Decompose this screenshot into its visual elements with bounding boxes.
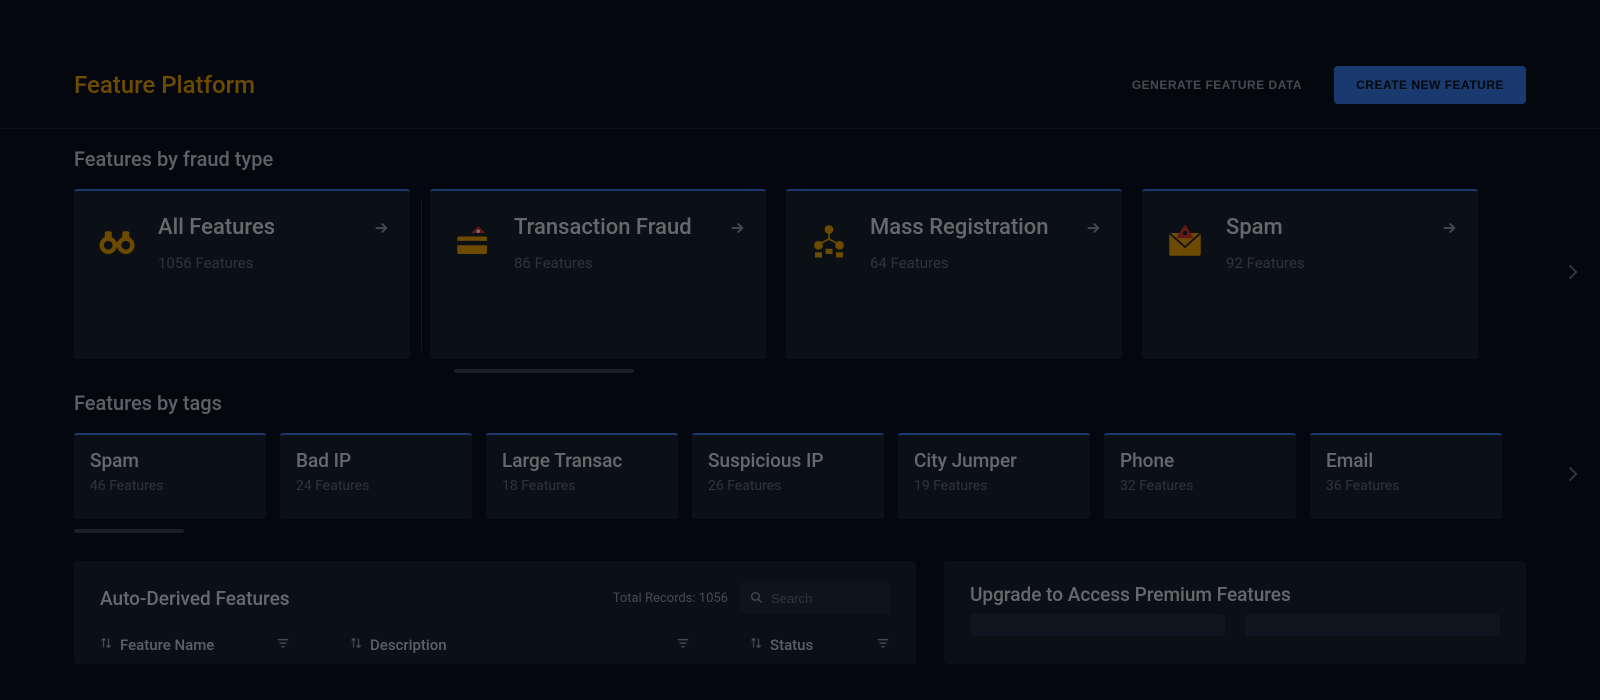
filter-icon[interactable] xyxy=(676,636,690,654)
column-label: Feature Name xyxy=(120,636,214,654)
fraud-card-count: 64 Features xyxy=(870,254,1100,272)
panel-title: Upgrade to Access Premium Features xyxy=(970,583,1500,606)
tag-cards-row: Spam 46 Features Bad IP 24 Features Larg… xyxy=(74,433,1526,519)
sort-icon xyxy=(750,636,762,654)
fraud-card-title: Transaction Fraud xyxy=(514,215,744,240)
tag-card-suspicious-ip[interactable]: Suspicious IP 26 Features xyxy=(692,433,884,519)
tag-card-count: 32 Features xyxy=(1120,478,1280,494)
premium-card[interactable] xyxy=(970,614,1225,636)
tag-card-bad-ip[interactable]: Bad IP 24 Features xyxy=(280,433,472,519)
tag-card-title: Phone xyxy=(1120,449,1280,472)
search-icon xyxy=(750,589,763,608)
spam-mail-icon xyxy=(1164,219,1206,261)
filter-icon[interactable] xyxy=(876,636,890,654)
fraud-card-count: 1056 Features xyxy=(158,254,388,272)
tags-scroll-track[interactable] xyxy=(74,529,1526,533)
scroll-thumb[interactable] xyxy=(74,529,184,533)
tag-card-spam[interactable]: Spam 46 Features xyxy=(74,433,266,519)
tag-card-title: Email xyxy=(1326,449,1486,472)
filter-icon[interactable] xyxy=(276,636,290,654)
column-label: Description xyxy=(370,636,447,654)
tag-card-count: 36 Features xyxy=(1326,478,1486,494)
arrow-right-icon xyxy=(1084,219,1102,241)
tag-card-title: Spam xyxy=(90,449,250,472)
sort-icon xyxy=(100,636,112,654)
tag-card-count: 26 Features xyxy=(708,478,868,494)
binoculars-icon xyxy=(96,219,138,261)
premium-card[interactable] xyxy=(1245,614,1500,636)
fraud-card-title: Mass Registration xyxy=(870,215,1100,240)
create-new-feature-button[interactable]: CREATE NEW FEATURE xyxy=(1334,66,1526,104)
header-actions: GENERATE FEATURE DATA CREATE NEW FEATURE xyxy=(1116,66,1526,104)
generate-feature-data-button[interactable]: GENERATE FEATURE DATA xyxy=(1116,68,1318,102)
tags-carousel-next-button[interactable] xyxy=(1562,456,1582,496)
tag-card-phone[interactable]: Phone 32 Features xyxy=(1104,433,1296,519)
fraud-card-title: Spam xyxy=(1226,215,1456,240)
sort-icon xyxy=(350,636,362,654)
tag-card-count: 18 Features xyxy=(502,478,662,494)
tag-card-title: City Jumper xyxy=(914,449,1074,472)
column-label: Status xyxy=(770,636,813,654)
fraud-card-transaction-fraud[interactable]: Transaction Fraud 86 Features xyxy=(430,189,766,359)
scroll-thumb[interactable] xyxy=(454,369,634,373)
panel-title: Auto-Derived Features xyxy=(100,587,290,610)
tag-card-email[interactable]: Email 36 Features xyxy=(1310,433,1502,519)
group-icon xyxy=(808,219,850,261)
search-box[interactable] xyxy=(740,583,890,614)
fraud-card-title: All Features xyxy=(158,215,388,240)
search-input[interactable] xyxy=(771,591,880,606)
tag-card-title: Suspicious IP xyxy=(708,449,868,472)
fraud-card-count: 86 Features xyxy=(514,254,744,272)
arrow-right-icon xyxy=(1440,219,1458,241)
column-header-feature-name[interactable]: Feature Name xyxy=(100,636,290,654)
arrow-right-icon xyxy=(372,219,390,241)
fraud-cards-row: All Features 1056 Features Transaction F… xyxy=(74,189,1526,359)
column-header-status[interactable]: Status xyxy=(750,636,890,654)
tag-card-count: 19 Features xyxy=(914,478,1074,494)
page-title: Feature Platform xyxy=(74,71,255,99)
premium-features-panel: Upgrade to Access Premium Features xyxy=(944,561,1526,664)
column-header-description[interactable]: Description xyxy=(350,636,690,654)
fraud-card-mass-registration[interactable]: Mass Registration 64 Features xyxy=(786,189,1122,359)
fraud-card-count: 92 Features xyxy=(1226,254,1456,272)
tag-card-city-jumper[interactable]: City Jumper 19 Features xyxy=(898,433,1090,519)
fraud-card-spam[interactable]: Spam 92 Features xyxy=(1142,189,1478,359)
auto-derived-features-panel: Auto-Derived Features Total Records: 105… xyxy=(74,561,916,664)
section-title-fraud: Features by fraud type xyxy=(74,147,1526,171)
tag-card-title: Bad IP xyxy=(296,449,456,472)
table-header-row: Feature Name Description xyxy=(100,636,890,654)
fraud-carousel-next-button[interactable] xyxy=(1562,254,1582,294)
card-fraud-icon xyxy=(452,219,494,261)
tag-card-count: 46 Features xyxy=(90,478,250,494)
tag-card-count: 24 Features xyxy=(296,478,456,494)
tag-card-title: Large Transac xyxy=(502,449,662,472)
section-title-tags: Features by tags xyxy=(74,391,1526,415)
arrow-right-icon xyxy=(728,219,746,241)
fraud-scroll-track[interactable] xyxy=(74,369,1526,373)
tag-card-large-transac[interactable]: Large Transac 18 Features xyxy=(486,433,678,519)
fraud-card-all-features[interactable]: All Features 1056 Features xyxy=(74,189,410,359)
page-header: Feature Platform GENERATE FEATURE DATA C… xyxy=(0,36,1600,129)
total-records-label: Total Records: 1056 xyxy=(613,591,728,606)
